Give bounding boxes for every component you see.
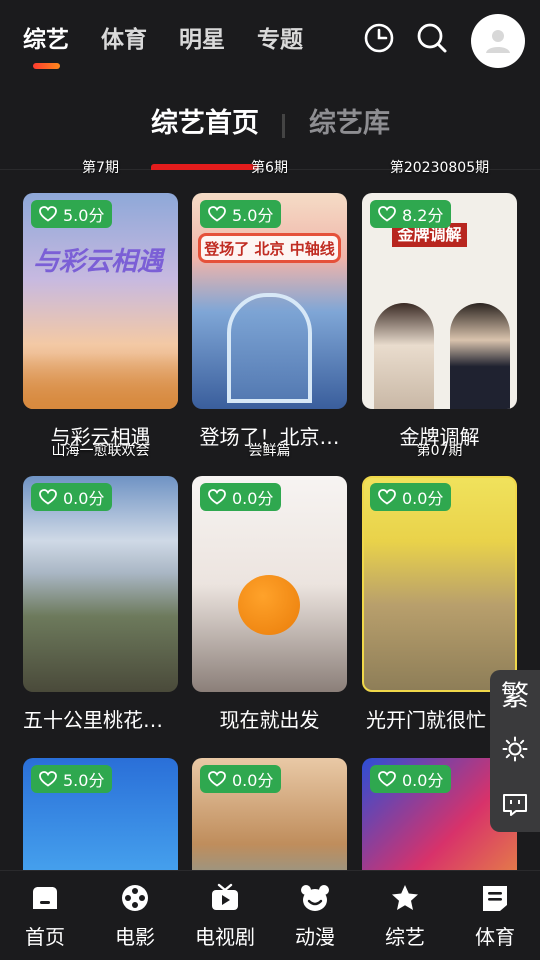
rating-value: 0.0分	[63, 489, 105, 508]
heart-icon	[378, 206, 396, 222]
episode-label: 尝鲜篇	[248, 443, 291, 459]
feedback-icon[interactable]	[502, 792, 528, 818]
rating-value: 0.0分	[402, 489, 444, 508]
poster-title: 与彩云相遇	[33, 247, 164, 277]
rating-badge: 8.2分	[370, 200, 452, 228]
document-icon	[483, 886, 507, 911]
rating-badge: 5.0分	[31, 200, 113, 228]
heart-icon	[208, 771, 226, 787]
top-navigation: 综艺 体育 明星 专题	[0, 0, 540, 84]
heart-icon	[208, 206, 226, 222]
rating-badge: 0.0分	[200, 765, 282, 793]
episode-label: 第6期	[251, 160, 288, 176]
bottom-nav-tv[interactable]: 电视剧	[180, 871, 270, 960]
bottom-nav-home[interactable]: 首页	[0, 871, 90, 960]
subtab-variety-home[interactable]: 综艺首页	[151, 104, 259, 144]
tab-overflow-fade	[326, 22, 348, 58]
home-icon	[33, 887, 57, 909]
tab-variety[interactable]: 综艺	[23, 22, 69, 58]
film-reel-icon	[122, 885, 148, 911]
bottom-nav-sports[interactable]: 体育	[450, 871, 540, 960]
bottom-nav-variety[interactable]: 综艺	[360, 871, 450, 960]
active-tab-indicator	[33, 63, 60, 69]
poster-title: 登场了 北京 中轴线	[198, 233, 341, 263]
episode-label: 第20230805期	[389, 160, 490, 176]
tab-topics[interactable]: 专题	[257, 22, 303, 58]
bottom-nav-anime[interactable]: 动漫	[270, 871, 360, 960]
heart-icon	[378, 489, 396, 505]
tv-icon	[212, 883, 238, 910]
tab-sports[interactable]: 体育	[101, 22, 147, 58]
rating-badge: 5.0分	[200, 200, 282, 228]
bottom-nav-label: 动漫	[295, 925, 335, 949]
bottom-nav-label: 体育	[475, 925, 515, 949]
search-icon[interactable]	[414, 20, 450, 56]
card-title: 现在就出发	[219, 708, 320, 732]
rating-badge: 0.0分	[31, 483, 113, 511]
traditional-chinese-toggle[interactable]: 繁	[490, 674, 540, 714]
bottom-nav-movies[interactable]: 电影	[90, 871, 180, 960]
heart-icon	[378, 771, 396, 787]
brightness-icon[interactable]	[502, 736, 528, 762]
heart-icon	[39, 206, 57, 222]
episode-label: 山海一愈联欢会	[51, 443, 150, 459]
star-icon	[392, 885, 418, 910]
subtab-variety-library[interactable]: 综艺库	[309, 104, 390, 144]
rating-value: 8.2分	[402, 206, 444, 225]
rating-value: 0.0分	[402, 771, 444, 790]
rating-value: 0.0分	[232, 771, 274, 790]
bottom-nav-label: 综艺	[385, 925, 425, 949]
heart-icon	[208, 489, 226, 505]
history-icon[interactable]	[361, 20, 397, 56]
rating-value: 5.0分	[63, 771, 105, 790]
user-icon	[486, 30, 510, 53]
rating-badge: 0.0分	[370, 483, 452, 511]
rating-value: 5.0分	[63, 206, 105, 225]
rating-badge: 0.0分	[370, 765, 452, 793]
episode-label: 第07期	[416, 443, 463, 459]
bottom-nav-label: 电影	[115, 925, 155, 949]
rating-badge: 0.0分	[200, 483, 282, 511]
tab-stars[interactable]: 明星	[179, 22, 225, 58]
rating-badge: 5.0分	[31, 765, 113, 793]
subtab-divider	[282, 114, 285, 138]
heart-icon	[39, 489, 57, 505]
rating-value: 5.0分	[232, 206, 274, 225]
card-title: 五十公里桃花…	[23, 708, 163, 732]
rating-value: 0.0分	[232, 489, 274, 508]
bottom-nav-label: 首页	[25, 925, 65, 949]
bottom-navigation: 首页 电影 电视剧 动漫 综艺 体育	[0, 870, 540, 960]
heart-icon	[39, 771, 57, 787]
bear-icon	[301, 885, 329, 911]
bottom-nav-label: 电视剧	[195, 925, 255, 949]
side-toolbar: 繁	[490, 670, 540, 832]
episode-label: 第7期	[82, 160, 119, 176]
avatar[interactable]	[471, 14, 525, 68]
